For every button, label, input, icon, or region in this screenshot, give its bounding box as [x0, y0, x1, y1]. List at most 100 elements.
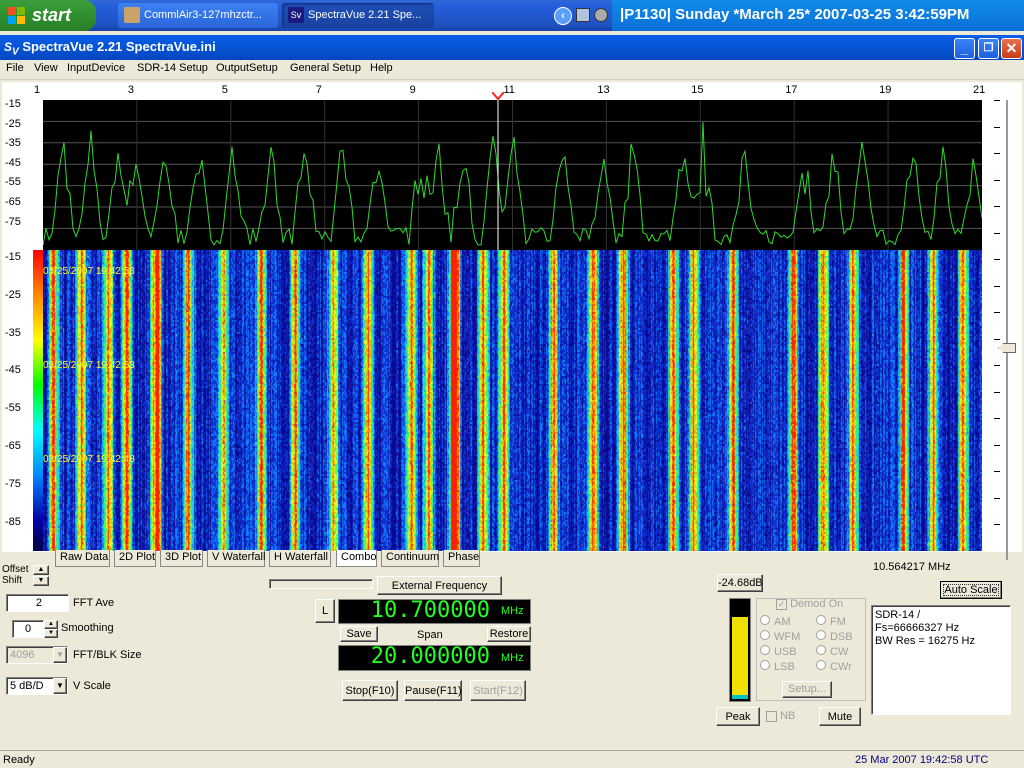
waterfall-display[interactable]	[33, 250, 982, 551]
info-line: BW Res = 16275 Hz	[875, 635, 975, 647]
demod-mode-cw[interactable]: CW	[816, 645, 848, 658]
demod-mode-lsb[interactable]: LSB	[760, 660, 795, 673]
save-button[interactable]: Save	[340, 626, 378, 642]
waterfall-timestamp: 03/25/2007 19:42:48	[43, 454, 135, 465]
taskbar-item-label: CommlAir3-127mhzctr...	[144, 9, 262, 21]
radio-icon	[816, 630, 826, 640]
cursor-marker-icon[interactable]	[492, 92, 504, 100]
chevron-down-icon[interactable]: ▼	[53, 678, 67, 694]
stop-button[interactable]: Stop(F10)	[342, 680, 398, 701]
start-button[interactable]: start	[0, 0, 96, 31]
scale-tick	[994, 524, 1000, 525]
waterfall-timestamp: 03/25/2007 19:42:58	[43, 266, 135, 277]
y-tick-label: -65	[5, 196, 21, 208]
offset-down-button[interactable]: ▼	[33, 576, 49, 586]
tray-speaker-icon[interactable]	[594, 8, 608, 22]
demod-mode-label: CW	[830, 646, 849, 658]
minimize-button[interactable]: _	[954, 38, 975, 59]
demod-mode-fm[interactable]: FM	[816, 615, 846, 628]
x-tick-label: 21	[973, 84, 986, 96]
tray-network-icon[interactable]	[576, 8, 590, 22]
x-tick-label: 5	[221, 84, 228, 96]
taskbar-clock[interactable]: |P1130| Sunday *March 25* 2007-03-25 3:4…	[612, 0, 1024, 31]
signal-level-fill	[732, 617, 748, 699]
y-tick-label: -45	[5, 364, 21, 377]
nb-checkbox[interactable]: NB	[766, 710, 795, 722]
scale-tick	[994, 338, 1000, 340]
info-line: SDR-14 /	[875, 609, 921, 621]
demod-mode-cwr[interactable]: CWr	[816, 660, 852, 673]
start-capture-button[interactable]: Start(F12)	[470, 680, 526, 701]
close-button[interactable]: ✕	[1001, 38, 1022, 59]
status-datetime: 25 Mar 2007 19:42:58 UTC	[855, 754, 989, 766]
scale-tick	[994, 471, 1000, 472]
offset-shift-label: Offset Shift	[2, 564, 29, 586]
demod-setup-button[interactable]: Setup...	[782, 681, 832, 698]
auto-scale-button[interactable]: Auto Scale	[940, 581, 1002, 599]
menu-sdr14-setup[interactable]: SDR-14 Setup	[137, 62, 208, 74]
fft-ave-input[interactable]: 2	[6, 594, 69, 612]
nb-label: NB	[780, 710, 796, 722]
y-tick-label: -15	[5, 251, 21, 263]
start-label: start	[32, 5, 72, 25]
menu-view[interactable]: View	[34, 62, 58, 74]
smoothing-label: Smoothing	[61, 622, 114, 634]
l-button[interactable]: L	[315, 599, 335, 623]
menu-file[interactable]: File	[6, 62, 24, 74]
radio-icon	[760, 660, 770, 670]
demod-mode-label: USB	[774, 646, 797, 658]
external-frequency-button[interactable]: External Frequency	[377, 576, 502, 595]
chevron-down-icon[interactable]: ▼	[53, 647, 67, 663]
scale-tick	[994, 285, 1000, 287]
app-icon	[124, 7, 140, 23]
pause-button[interactable]: Pause(F11)	[404, 680, 462, 701]
scale-tick	[994, 444, 1000, 446]
demod-mode-label: AM	[774, 616, 791, 628]
tab-raw-data[interactable]: Raw Data	[55, 550, 110, 567]
window-title: SV SpectraVue 2.21 SpectraVue.ini	[4, 39, 216, 57]
tab-h-waterfall[interactable]: H Waterfall	[269, 550, 331, 567]
demod-mode-am[interactable]: AM	[760, 615, 791, 628]
menu-general-setup[interactable]: General Setup	[290, 62, 361, 74]
mute-button[interactable]: Mute	[819, 707, 861, 726]
menu-help[interactable]: Help	[370, 62, 393, 74]
scale-tick	[994, 365, 1000, 366]
tab-phase[interactable]: Phase	[443, 550, 480, 567]
demod-mode-label: CWr	[830, 661, 852, 673]
smoothing-down-button[interactable]: ▼	[44, 629, 58, 638]
offset-up-button[interactable]: ▲	[33, 565, 49, 575]
smoothing-input[interactable]: 0	[12, 620, 44, 638]
waterfall-timestamp: 03/25/2007 19:42:53	[43, 360, 135, 371]
x-tick-label: 15	[691, 84, 704, 96]
taskbar-item-spectravue[interactable]: Sv SpectraVue 2.21 Spe...	[282, 3, 434, 28]
menu-outputsetup[interactable]: OutputSetup	[216, 62, 278, 74]
tab-v-waterfall[interactable]: V Waterfall	[207, 550, 265, 567]
demod-mode-dsb[interactable]: DSB	[816, 630, 853, 643]
scale-tick	[994, 418, 1000, 419]
menu-inputdevice[interactable]: InputDevice	[67, 62, 125, 74]
checkbox-box	[766, 710, 777, 722]
tab-3d-plot[interactable]: 3D Plot	[160, 550, 203, 567]
demod-mode-wfm[interactable]: WFM	[760, 630, 800, 643]
smoothing-up-button[interactable]: ▲	[44, 620, 58, 629]
tab-2d-plot[interactable]: 2D Plot	[114, 550, 156, 567]
vscale-value: 5 dB/D	[10, 680, 44, 692]
demod-on-checkbox[interactable]: ✓ Demod On	[776, 598, 843, 610]
x-tick-label: 7	[315, 84, 322, 96]
tab-combo[interactable]: Combo	[336, 550, 377, 567]
restore-freq-button[interactable]: Restore	[487, 626, 531, 642]
tray-expand-icon[interactable]: ‹	[554, 7, 572, 25]
y-tick-label: -75	[5, 477, 21, 490]
restore-button[interactable]: ❐	[978, 38, 999, 59]
scale-tick	[994, 153, 1000, 154]
spectrum-plot[interactable]	[43, 100, 982, 250]
y-tick-label: -35	[5, 326, 21, 339]
peak-button[interactable]: Peak	[716, 707, 760, 726]
demod-mode-usb[interactable]: USB	[760, 645, 797, 658]
y-tick-label: -55	[5, 402, 21, 415]
center-frequency-unit: MHz	[501, 605, 524, 617]
tab-continuum[interactable]: Continuum	[381, 550, 439, 567]
x-tick-label: 13	[597, 84, 610, 96]
taskbar-item-commlair[interactable]: CommlAir3-127mhzctr...	[118, 3, 278, 28]
y-tick-label: -35	[5, 137, 21, 150]
